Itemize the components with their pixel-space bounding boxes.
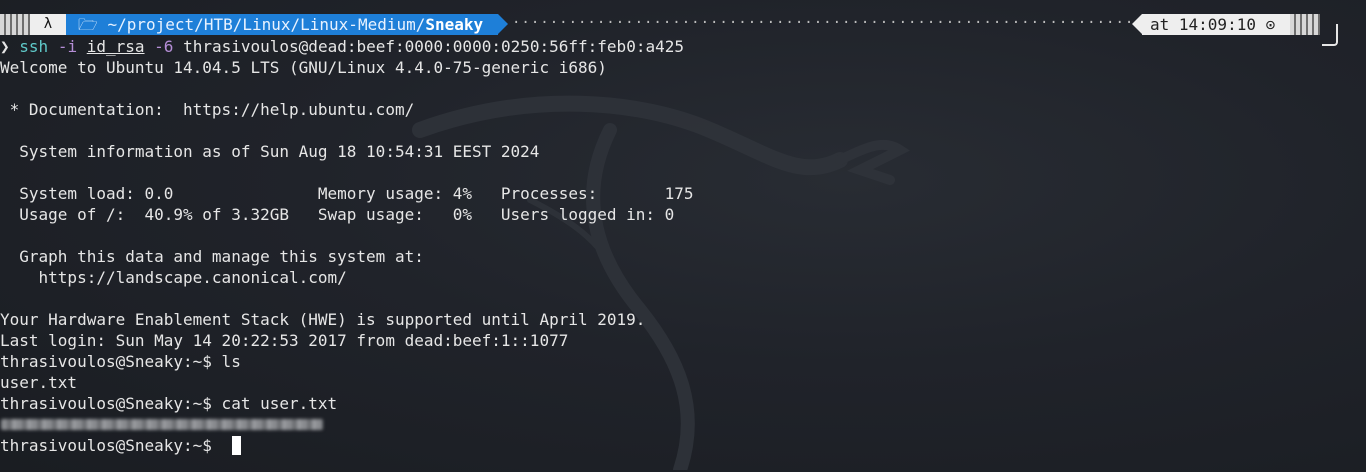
ssh-key-arg: id_rsa [86,37,145,56]
folder-icon: 🗁 [78,15,98,34]
powerline-prompt-bar: λ 🗁 ~/project/HTB/Linux/Linux-Medium/Sne… [0,14,1366,35]
output-line: System information as of Sun Aug 18 10:5… [0,142,540,161]
clock-icon: ⊙ [1265,15,1276,34]
prompt-bar-filler: ········································… [512,15,1132,31]
path-last-dir: Sneaky [425,15,484,34]
output-line: user.txt [0,373,78,392]
redacted-flag [1,419,323,430]
output-line: System load: 0.0 Memory usage: 4% Proces… [0,184,694,203]
final-prompt: thrasivoulos@Sneaky:~$ [0,436,222,455]
path-segment-arrow [498,14,508,34]
time-text: at 14:09:10 [1150,15,1256,34]
terminal-window[interactable]: λ 🗁 ~/project/HTB/Linux/Linux-Medium/Sne… [0,0,1366,472]
kali-dragon-icon [412,95,910,470]
ssh-flag-6: -6 [154,37,174,56]
output-line: Last login: Sun May 14 20:22:53 2017 fro… [0,331,569,350]
output-line: thrasivoulos@Sneaky:~$ cat user.txt [0,394,338,413]
time-segment: at 14:09:10 ⊙ [1142,14,1290,35]
output-line: Usage of /: 40.9% of 3.32GB Swap usage: … [0,205,675,224]
linux-penguin-icon: λ [30,14,66,35]
output-line: https://landscape.canonical.com/ [0,268,347,287]
output-line: thrasivoulos@Sneaky:~$ ls [0,352,241,371]
prompt-bar-connector [1322,24,1338,46]
output-line: * Documentation: https://help.ubuntu.com… [0,100,415,119]
text-cursor[interactable] [232,436,241,455]
path-prefix: ~/project/HTB/Linux/Linux-Medium/ [107,15,426,34]
output-line: Your Hardware Enablement Stack (HWE) is … [0,310,646,329]
prompt-bar-left-edge [0,14,30,35]
ssh-command: ssh [19,37,49,56]
output-line: Graph this data and manage this system a… [0,247,424,266]
current-path-segment: 🗁 ~/project/HTB/Linux/Linux-Medium/Sneak… [66,14,498,35]
prompt-bar-right-edge [1290,14,1320,35]
ssh-target: thrasivoulos@dead:beef:0000:0000:0250:56… [183,37,684,56]
ssh-flag-i: -i [57,37,78,56]
ssh-command-line: ❯ ssh -i id_rsa -6 thrasivoulos@dead:bee… [0,36,684,57]
output-line: Welcome to Ubuntu 14.04.5 LTS (GNU/Linux… [0,58,607,77]
time-segment-arrow [1132,14,1142,34]
prompt-symbol: ❯ [0,37,10,56]
